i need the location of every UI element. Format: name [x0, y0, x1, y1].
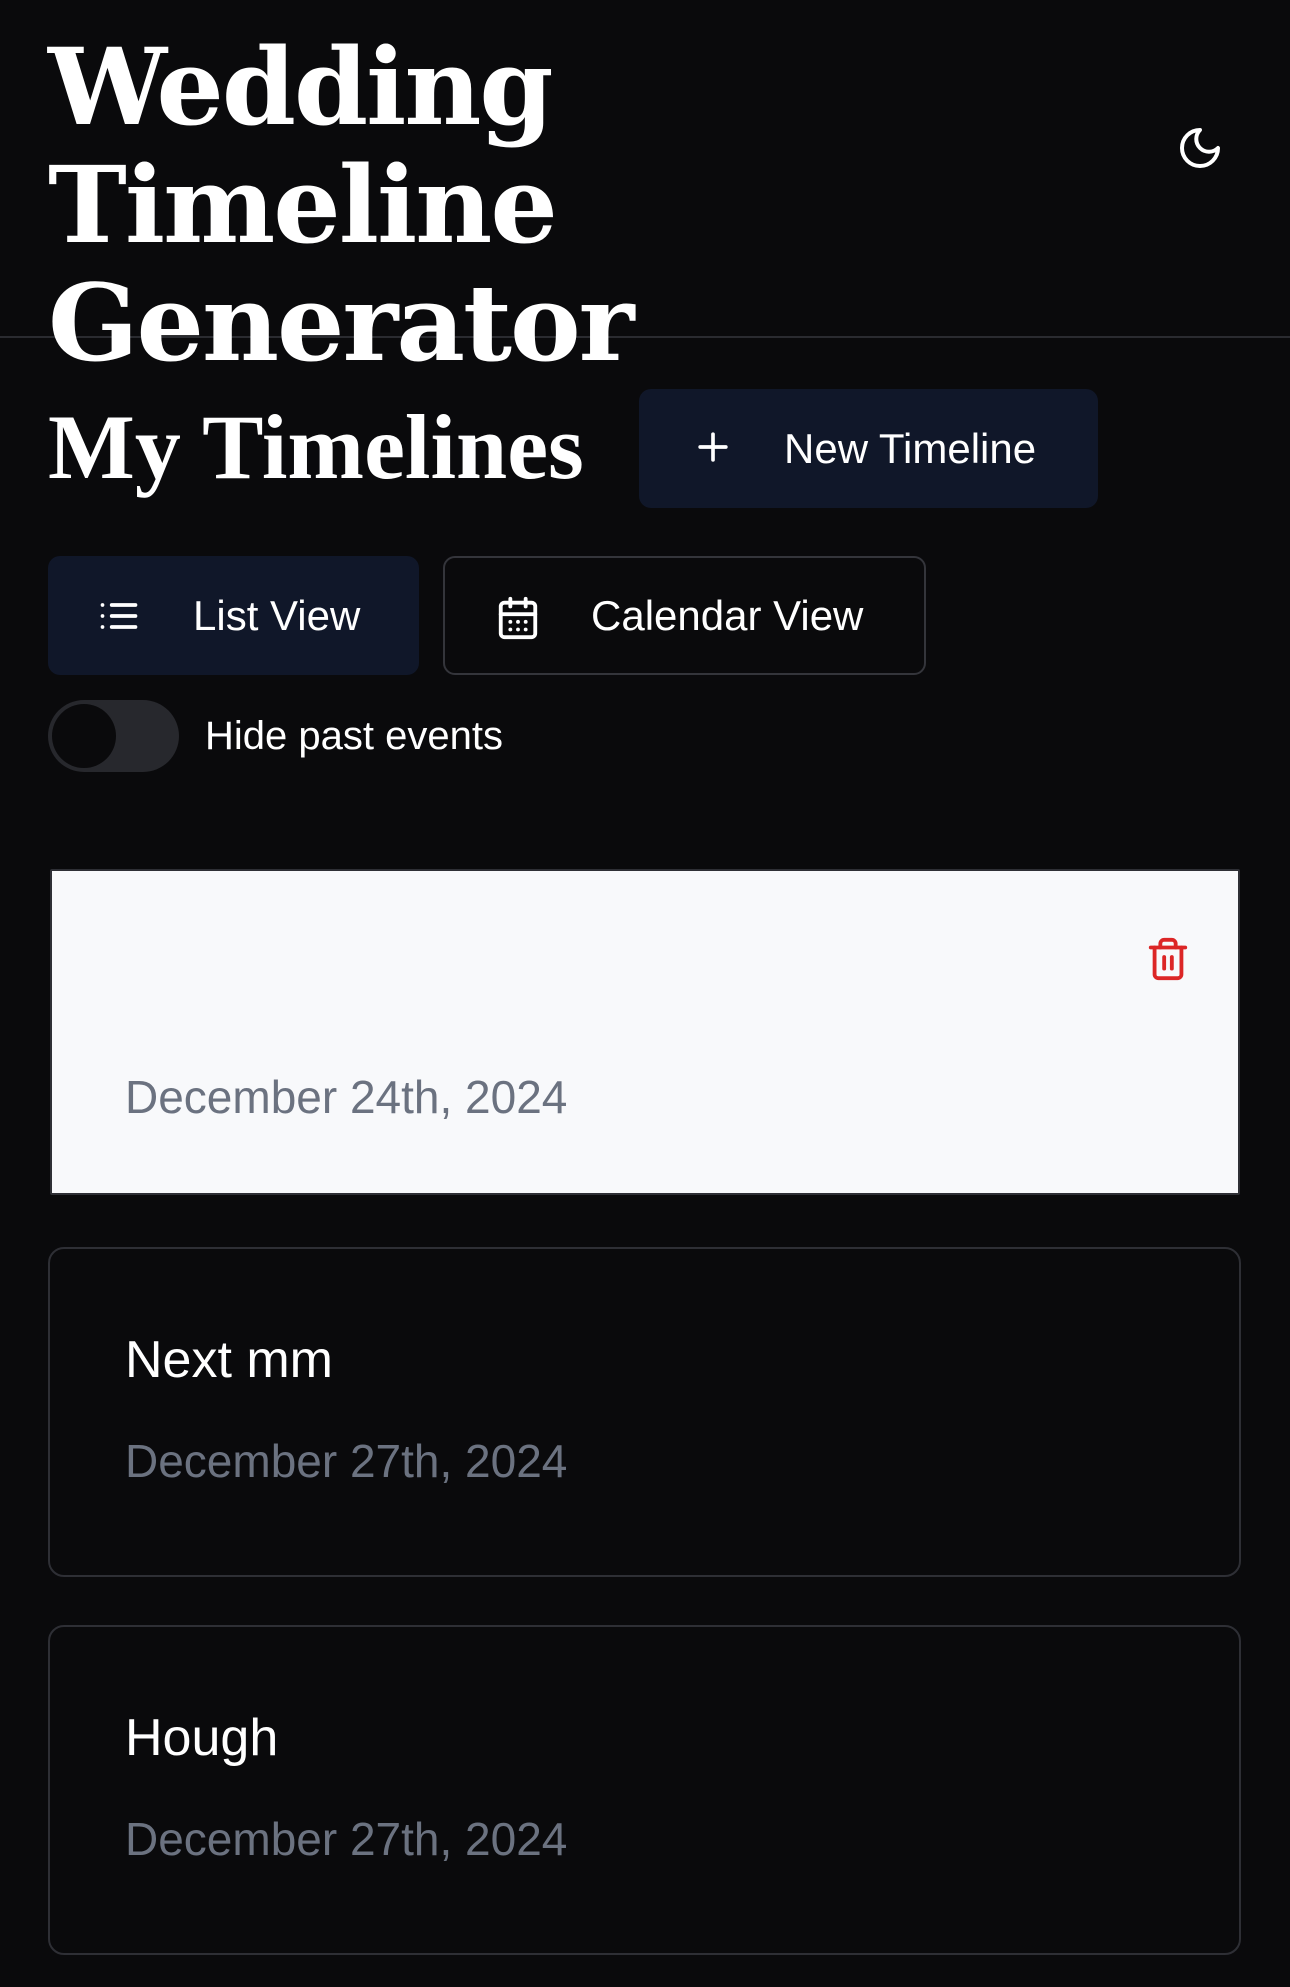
- hide-past-events-switch[interactable]: [48, 700, 179, 772]
- moon-icon: [1180, 128, 1220, 168]
- timeline-card[interactable]: Next mm December 27th, 2024: [48, 1247, 1241, 1577]
- timeline-date: December 27th, 2024: [125, 1813, 568, 1865]
- list-view-label: List View: [193, 592, 361, 639]
- timeline-date: December 27th, 2024: [125, 1435, 568, 1487]
- new-timeline-label: New Timeline: [784, 425, 1037, 472]
- timeline-title: Hough: [125, 1709, 279, 1767]
- timeline-card[interactable]: December 24th, 2024: [50, 869, 1240, 1195]
- list-view-button[interactable]: List View: [48, 556, 419, 675]
- timeline-card[interactable]: Hough December 27th, 2024: [48, 1625, 1241, 1955]
- switch-knob: [52, 704, 116, 768]
- calendar-icon: [495, 594, 541, 652]
- trash-icon: [1148, 937, 1188, 981]
- list-icon: [96, 594, 142, 648]
- page-title: My Timelines: [48, 396, 584, 498]
- plus-icon: [691, 425, 735, 479]
- calendar-view-button[interactable]: Calendar View: [443, 556, 926, 675]
- calendar-view-label: Calendar View: [591, 592, 864, 639]
- timeline-title: Next mm: [125, 1331, 333, 1389]
- hide-past-events-label: Hide past events: [205, 714, 503, 758]
- app-title: Wedding Timeline Generator: [48, 24, 635, 385]
- app-header: Wedding Timeline Generator: [0, 0, 1290, 382]
- timeline-date: December 24th, 2024: [125, 1071, 568, 1123]
- new-timeline-button[interactable]: New Timeline: [639, 389, 1098, 508]
- theme-toggle-button[interactable]: [1170, 118, 1230, 178]
- delete-timeline-button[interactable]: [1132, 923, 1204, 995]
